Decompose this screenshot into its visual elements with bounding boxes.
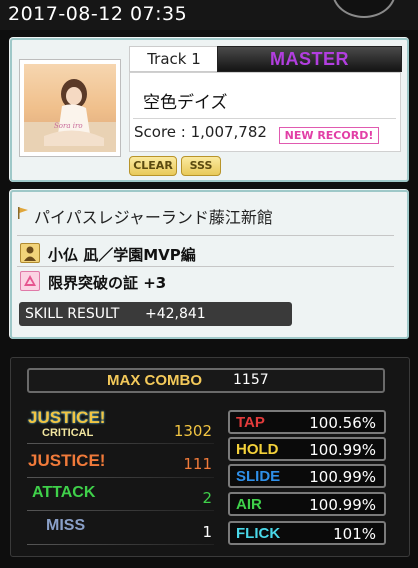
max-combo-box: MAX COMBO 1157 bbox=[27, 368, 385, 393]
rate-tap-value: 100.56% bbox=[309, 414, 376, 432]
svg-text:Sora iro: Sora iro bbox=[54, 122, 83, 130]
justice-count: 111 bbox=[183, 455, 212, 473]
menu-circle-button[interactable] bbox=[332, 0, 396, 18]
score-text: Score : 1,007,782 bbox=[134, 123, 267, 141]
rate-hold-value: 100.99% bbox=[309, 441, 376, 459]
rate-flick-value: 101% bbox=[333, 525, 376, 543]
rate-slide-label: SLIDE bbox=[236, 468, 281, 485]
track-label: Track 1 bbox=[129, 46, 218, 72]
skill-name: 限界突破の証 +3 bbox=[48, 274, 167, 292]
attack-label: ATTACK bbox=[32, 484, 96, 501]
map-flag-icon bbox=[18, 207, 28, 219]
rank-badge: SSS bbox=[181, 156, 221, 176]
map-divider bbox=[17, 235, 394, 236]
max-combo-value: 1157 bbox=[233, 372, 269, 388]
character-icon bbox=[20, 243, 40, 263]
character-name: 小仏 凪／学園MVP編 bbox=[48, 246, 196, 264]
justice-critical-count: 1302 bbox=[173, 422, 212, 440]
map-name: パイパスレジャーランド藤江新館 bbox=[34, 208, 273, 227]
skill-result-label: SKILL RESULT bbox=[25, 306, 120, 322]
datetime-label: 2017-08-12 07:35 bbox=[8, 3, 188, 25]
skill-result-value: +42,841 bbox=[145, 306, 206, 322]
rate-flick: FLICK 101% bbox=[228, 521, 386, 545]
judgement-divider bbox=[27, 443, 214, 444]
max-combo-label: MAX COMBO bbox=[107, 372, 202, 389]
miss-label: MISS bbox=[46, 517, 86, 534]
clear-badge: CLEAR bbox=[129, 156, 177, 176]
miss-count: 1 bbox=[202, 523, 212, 541]
rate-slide-value: 100.99% bbox=[309, 468, 376, 486]
justice-critical-label: JUSTICE! bbox=[28, 408, 106, 427]
rate-hold-label: HOLD bbox=[236, 441, 279, 458]
judgement-divider bbox=[27, 544, 214, 545]
rate-air-value: 100.99% bbox=[309, 496, 376, 514]
rate-hold: HOLD 100.99% bbox=[228, 437, 386, 461]
character-divider bbox=[17, 266, 394, 267]
difficulty-badge: MASTER bbox=[217, 46, 402, 72]
rate-air: AIR 100.99% bbox=[228, 492, 386, 516]
top-bar: 2017-08-12 07:35 bbox=[0, 0, 418, 30]
justice-label: JUSTICE! bbox=[28, 451, 106, 470]
song-jacket-image: Sora iro bbox=[19, 59, 121, 157]
rate-tap-label: TAP bbox=[236, 414, 265, 431]
justice-critical-sub: CRITICAL bbox=[42, 427, 94, 439]
rate-tap: TAP 100.56% bbox=[228, 410, 386, 434]
rate-air-label: AIR bbox=[236, 496, 262, 513]
attack-count: 2 bbox=[202, 489, 212, 507]
skill-result-bar: SKILL RESULT +42,841 bbox=[19, 302, 292, 326]
song-info-divider bbox=[133, 118, 396, 119]
new-record-badge: NEW RECORD! bbox=[279, 127, 379, 144]
rate-flick-label: FLICK bbox=[236, 525, 281, 542]
judgement-divider bbox=[27, 510, 214, 511]
song-title: 空色デイズ bbox=[143, 93, 228, 113]
rate-slide: SLIDE 100.99% bbox=[228, 464, 386, 488]
judgement-divider bbox=[27, 477, 214, 478]
skill-icon bbox=[20, 271, 40, 291]
